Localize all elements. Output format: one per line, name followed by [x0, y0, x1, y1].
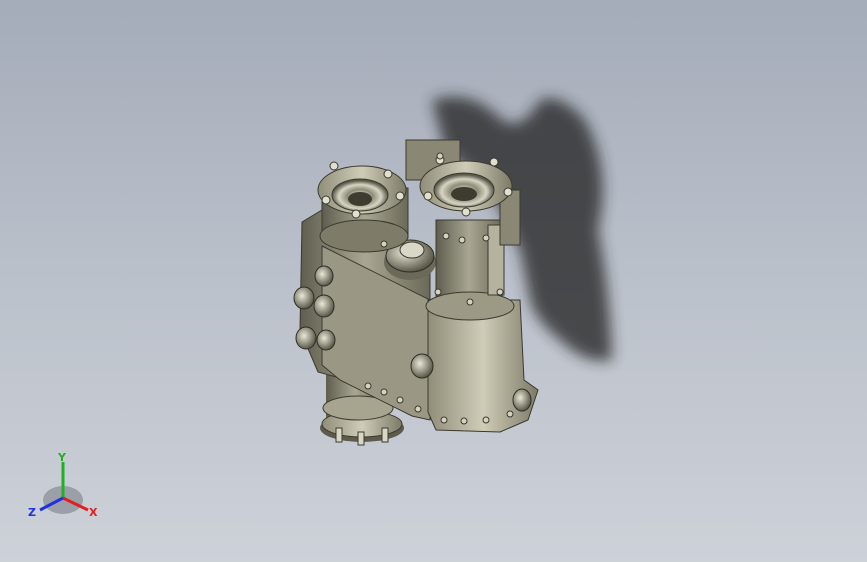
model-canvas[interactable]: Y X Z	[0, 0, 867, 562]
x-axis-label: X	[89, 506, 98, 519]
left-input-flange	[317, 161, 409, 253]
orientation-triad[interactable]: Y X Z	[28, 451, 98, 519]
y-axis-label: Y	[57, 451, 67, 464]
graphics-viewport[interactable]: Y X Z	[0, 0, 867, 562]
z-axis-label: Z	[28, 506, 36, 519]
gearbox-model[interactable]	[293, 139, 539, 446]
